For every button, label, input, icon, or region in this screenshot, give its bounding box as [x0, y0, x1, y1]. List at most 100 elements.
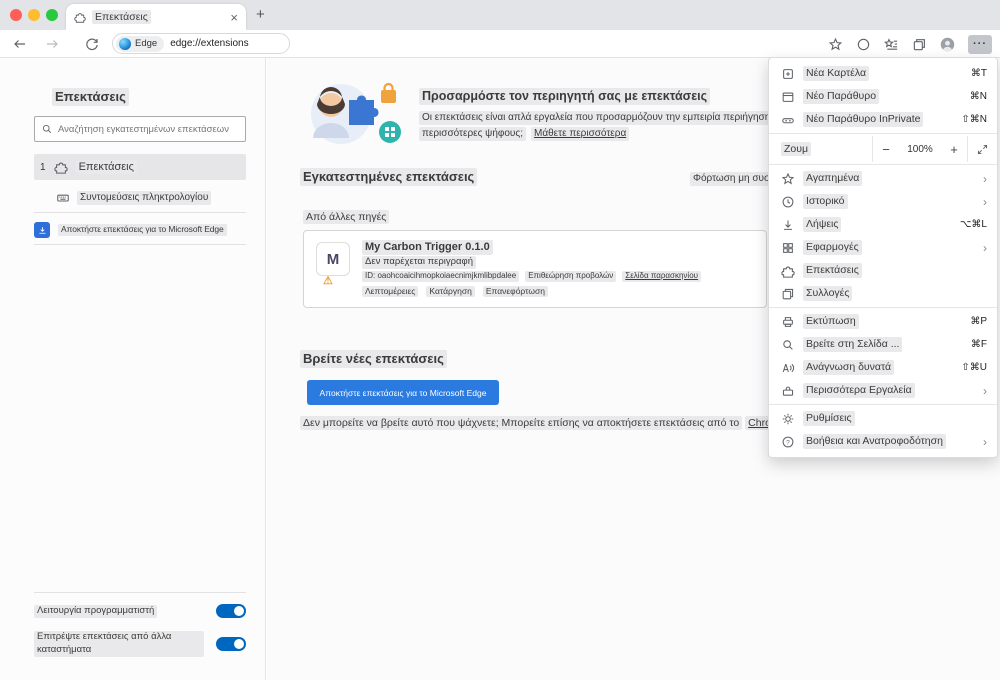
- learn-more-link[interactable]: Μάθετε περισσότερα: [531, 127, 630, 141]
- svg-text:?: ?: [786, 439, 790, 446]
- menu-item-label: Νέο Παράθυρο InPrivate: [803, 112, 924, 127]
- extension-action-link[interactable]: Λεπτομέρειες: [362, 286, 419, 298]
- menu-item-extensions[interactable]: Επεκτάσεις: [769, 259, 997, 282]
- close-window-button[interactable]: [10, 9, 22, 21]
- menu-item-history[interactable]: Ιστορικό ›: [769, 190, 997, 213]
- installed-extensions-title: Εγκατεστημένες επεκτάσεις: [300, 168, 478, 186]
- toolbox-icon: [781, 384, 795, 398]
- extensions-search-box[interactable]: [34, 116, 246, 142]
- menu-item-more-tools[interactable]: Περισσότερα Εργαλεία ›: [769, 379, 997, 402]
- toggle-switch[interactable]: [216, 637, 246, 652]
- favorites-hub-icon[interactable]: [884, 37, 899, 52]
- chevron-right-icon: ›: [983, 194, 987, 209]
- collections-icon: [781, 287, 795, 301]
- menu-item-label: Επεκτάσεις: [803, 263, 862, 278]
- refresh-button[interactable]: [84, 36, 100, 52]
- menu-item-read-aloud[interactable]: Ανάγνωση δυνατά ⇧⌘U: [769, 356, 997, 379]
- menu-item-zoom: Ζουμ −100% +: [769, 136, 997, 162]
- back-button[interactable]: [12, 36, 28, 52]
- toggle-label: Λειτουργία προγραμματιστή: [34, 605, 158, 618]
- zoom-value: 100%: [907, 143, 933, 155]
- apps-icon: [781, 241, 795, 255]
- sidebar-item-keyboard-shortcuts[interactable]: Συντομεύσεις πληκτρολογίου: [34, 188, 246, 208]
- print-icon: [781, 315, 795, 329]
- profile-avatar[interactable]: [940, 37, 955, 52]
- sidebar-item-label: Συντομεύσεις πληκτρολογίου: [77, 191, 212, 205]
- zoom-out-button[interactable]: −: [873, 136, 899, 162]
- fullscreen-button[interactable]: [967, 136, 997, 162]
- extension-action-link[interactable]: Επανεφόρτωση: [482, 286, 548, 298]
- extension-icon: M ⚠: [316, 242, 350, 287]
- background-page-link[interactable]: Σελίδα παρασκηνίου: [622, 271, 702, 282]
- toggle-row: Λειτουργία προγραμματιστή: [34, 603, 246, 618]
- other-sources-label: Από άλλες πηγές: [303, 210, 390, 225]
- search-icon: [41, 123, 53, 135]
- menu-item-collections[interactable]: Συλλογές: [769, 282, 997, 305]
- browser-essentials-icon[interactable]: [856, 37, 871, 52]
- maximize-window-button[interactable]: [46, 9, 58, 21]
- extension-description: Δεν παρέχεται περιγραφή: [362, 256, 476, 269]
- warning-icon: ⚠: [323, 275, 333, 287]
- tab-close-icon[interactable]: ×: [230, 11, 238, 24]
- sidebar-item-label: Επεκτάσεις: [75, 159, 137, 175]
- extension-action-link[interactable]: Κατάργηση: [426, 286, 475, 298]
- menu-divider: [769, 404, 997, 405]
- menu-item-label: Ρυθμίσεις: [803, 411, 855, 426]
- toggle-row: Επιτρέψτε επεκτάσεις από άλλα καταστήματ…: [34, 631, 246, 657]
- zoom-in-button[interactable]: +: [941, 136, 967, 162]
- get-extensions-button[interactable]: Αποκτήστε επεκτάσεις για το Microsoft Ed…: [307, 380, 499, 405]
- menu-item-label: Περισσότερα Εργαλεία: [803, 383, 915, 398]
- menu-item-label: Αγαπημένα: [803, 171, 863, 186]
- keyboard-icon: [56, 191, 70, 205]
- extensions-tab-icon: [74, 11, 86, 23]
- menu-item-label: Νέο Παράθυρο: [803, 89, 880, 104]
- download-icon: [37, 225, 48, 236]
- minimize-window-button[interactable]: [28, 9, 40, 21]
- collections-icon[interactable]: [912, 37, 927, 52]
- new-tab-icon: [781, 67, 795, 81]
- chevron-right-icon: ›: [983, 383, 987, 398]
- browser-tab[interactable]: Επεκτάσεις ×: [66, 4, 246, 30]
- get-extensions-link[interactable]: Αποκτήστε επεκτάσεις για το Microsoft Ed…: [34, 218, 246, 242]
- menu-item-downloads[interactable]: Λήψεις ⌥⌘L: [769, 213, 997, 236]
- menu-item-favorites[interactable]: Αγαπημένα ›: [769, 167, 997, 190]
- sidebar-divider: [34, 244, 246, 245]
- extension-monogram: M: [326, 250, 340, 268]
- new-tab-button[interactable]: +: [256, 6, 265, 23]
- menu-item-find-on-page[interactable]: Βρείτε στη Σελίδα ... ⌘F: [769, 333, 997, 356]
- chevron-right-icon: ›: [983, 171, 987, 186]
- chevron-right-icon: ›: [983, 434, 987, 449]
- menu-item-new-inprivate-window[interactable]: Νέο Παράθυρο InPrivate ⇧⌘N: [769, 108, 997, 131]
- toolbar-actions: ···: [828, 30, 992, 58]
- menu-item-print[interactable]: Εκτύπωση ⌘P: [769, 310, 997, 333]
- more-menu-button[interactable]: ···: [968, 34, 992, 54]
- menu-divider: [769, 133, 997, 134]
- forward-button[interactable]: [44, 36, 60, 52]
- store-icon: [34, 222, 50, 238]
- menu-item-label: Λήψεις: [803, 217, 842, 232]
- inspect-views-label: Επιθεώρηση προβολών: [525, 271, 617, 282]
- hero-title: Προσαρμόστε τον περιηγητή σας με επεκτάσ…: [419, 88, 711, 105]
- favorite-star-icon[interactable]: [828, 37, 843, 52]
- address-bar[interactable]: Edge edge://extensions: [112, 33, 290, 54]
- zoom-label: Ζουμ: [781, 141, 812, 157]
- extension-name: My Carbon Trigger 0.1.0: [362, 240, 493, 255]
- menu-item-apps[interactable]: Εφαρμογές ›: [769, 236, 997, 259]
- menu-shortcut: ⌘F: [970, 339, 987, 350]
- menu-item-help-feedback[interactable]: ? Βοήθεια και Ανατροφοδότηση ›: [769, 430, 997, 453]
- extension-card: M ⚠ My Carbon Trigger 0.1.0 Δεν παρέχετα…: [303, 230, 767, 308]
- puzzle-icon: [781, 264, 795, 278]
- edge-site-badge: Edge: [116, 35, 165, 52]
- more-menu: Νέα Καρτέλα ⌘T Νέο Παράθυρο ⌘N Νέο Παράθυρο …: [768, 57, 998, 458]
- toggle-switch[interactable]: [216, 603, 246, 618]
- menu-item-new-tab[interactable]: Νέα Καρτέλα ⌘T: [769, 62, 997, 85]
- search-input[interactable]: [58, 123, 239, 135]
- history-icon: [781, 195, 795, 209]
- menu-item-label: Εφαρμογές: [803, 240, 862, 255]
- sidebar-item-extensions[interactable]: 1 Επεκτάσεις: [34, 154, 246, 180]
- menu-item-new-window[interactable]: Νέο Παράθυρο ⌘N: [769, 85, 997, 108]
- menu-item-settings[interactable]: Ρυθμίσεις: [769, 407, 997, 430]
- tab-title: Επεκτάσεις: [92, 9, 151, 25]
- find-icon: [781, 338, 795, 352]
- toggle-label: Επιτρέψτε επεκτάσεις από άλλα καταστήματ…: [34, 631, 204, 657]
